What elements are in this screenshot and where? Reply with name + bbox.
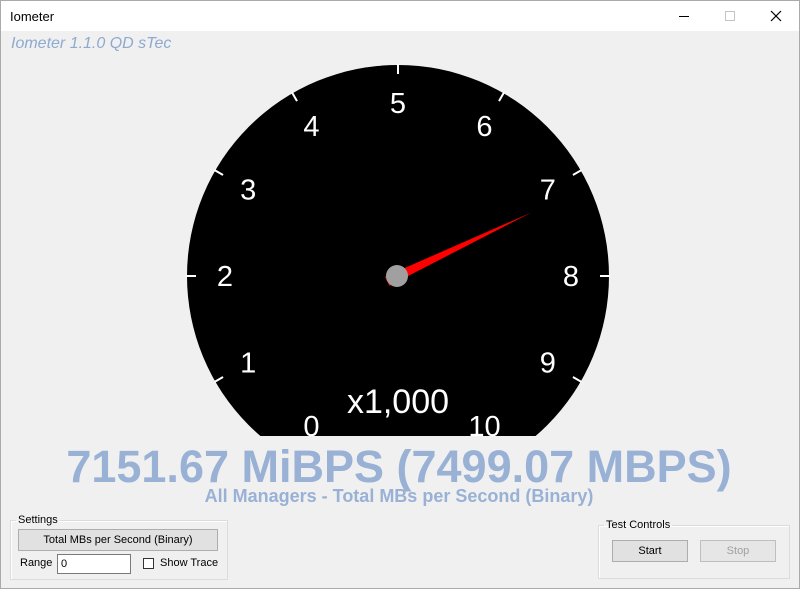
range-label: Range: [20, 557, 53, 569]
readout-description: All Managers - Total MBs per Second (Bin…: [204, 486, 594, 506]
gauge-tick-label: 4: [303, 111, 319, 143]
gauge-multiplier-label: x1,000: [347, 383, 449, 421]
metric-select-button[interactable]: Total MBs per Second (Binary): [18, 529, 218, 551]
speed-gauge: 0 1 2 3 4 5 6 7 8 9 10 x1,000: [186, 64, 610, 440]
show-trace-label: Show Trace: [160, 557, 219, 569]
gauge-tick-label: 6: [476, 111, 492, 143]
gauge-tick-label: 10: [468, 411, 500, 440]
gauge-tick-label: 2: [217, 261, 233, 293]
start-button[interactable]: Start: [612, 540, 688, 562]
gauge-tick-label: 0: [303, 411, 319, 440]
gauge-tick-label: 3: [240, 175, 256, 207]
stop-button[interactable]: Stop: [700, 540, 776, 562]
settings-legend: Settings: [18, 514, 58, 526]
gauge-tick-label: 9: [540, 348, 556, 380]
gauge-hub: [386, 265, 408, 287]
show-trace-checkbox[interactable]: [143, 558, 154, 569]
gauge-tick-label: 1: [240, 348, 256, 380]
gauge-tick-label: 7: [540, 175, 556, 207]
range-input[interactable]: [57, 554, 131, 574]
test-controls-legend: Test Controls: [606, 519, 671, 531]
gauge-tick-label: 5: [390, 88, 406, 120]
gauge-tick-label: 8: [563, 261, 579, 293]
